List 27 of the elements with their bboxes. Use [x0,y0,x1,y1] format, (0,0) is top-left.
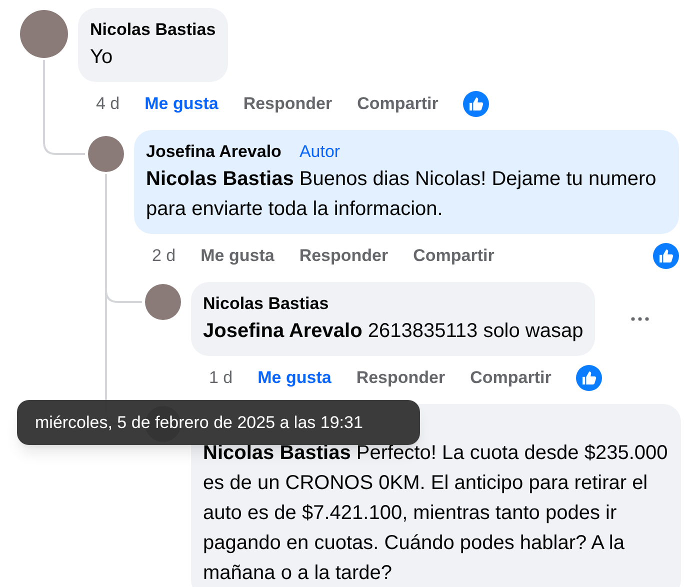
share-button[interactable]: Compartir [470,365,552,391]
like-reaction-icon[interactable] [463,91,490,117]
reply-button[interactable]: Responder [299,243,388,269]
comment-text: Nicolas Bastias Buenos dias Nicolas! Dejame tu numero para enviarte toda la informacion. [146,167,658,222]
author-name[interactable]: Nicolas Bastias [203,292,329,316]
comment-time[interactable]: 2 d [152,243,176,269]
like-reaction-icon[interactable] [576,365,602,391]
date-tooltip: miércoles, 5 de febrero de 2025 a las 19:31 [17,400,420,445]
avatar[interactable] [145,284,181,320]
author-name[interactable]: Josefina Arevalo [146,140,282,164]
share-button[interactable]: Compartir [413,243,494,269]
comment-text: Yo [90,45,114,70]
comment-text: Josefina Arevalo 2613835113 solo wasap [203,319,584,344]
author-name[interactable]: Nicolas Bastias [90,18,216,42]
like-button[interactable]: Me gusta [200,243,274,269]
share-button[interactable]: Compartir [357,91,438,117]
like-button[interactable]: Me gusta [144,91,218,117]
like-reaction-icon[interactable] [653,243,679,269]
dots-icon [631,317,650,321]
avatar[interactable] [20,10,68,58]
like-button[interactable]: Me gusta [258,365,332,391]
author-label: Autor [299,141,340,163]
comment-time[interactable]: 1 d [209,365,233,391]
avatar[interactable] [88,136,124,172]
reply-button[interactable]: Responder [356,365,446,391]
comment-time[interactable]: 4 d [96,91,120,117]
reply-button[interactable]: Responder [243,91,332,117]
